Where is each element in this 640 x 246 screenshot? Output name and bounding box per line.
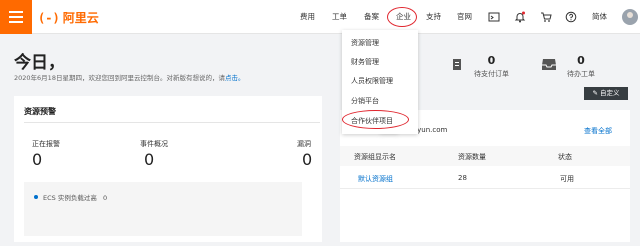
view-all-link[interactable]: 查看全部 <box>584 126 612 136</box>
table-row <box>340 188 630 189</box>
user-avatar[interactable] <box>622 9 638 25</box>
nav-support[interactable]: 支持 <box>426 0 441 34</box>
stat-pending-tickets[interactable]: 0 待办工单 <box>567 54 595 79</box>
vulnerability-label: 漏洞 <box>297 140 311 148</box>
col-group-name: 资源组显示名 <box>354 153 396 161</box>
alert-list: ECS 实例负载过高 0 <box>24 182 302 236</box>
vulnerability-count[interactable]: 0 <box>302 150 312 169</box>
nav-language[interactable]: 简体 <box>592 0 607 34</box>
nav-filing[interactable]: 备案 <box>364 0 379 34</box>
page-title: 今日， <box>14 53 65 73</box>
menu-item-finance-mgmt[interactable]: 财务管理 <box>351 57 379 67</box>
help-icon[interactable] <box>565 11 577 23</box>
customize-button[interactable]: ✎ 自定义 <box>584 87 628 100</box>
group-status: 可用 <box>560 175 574 183</box>
nav-fee[interactable]: 费用 <box>300 0 315 34</box>
terminal-icon[interactable] <box>488 11 500 23</box>
logo-mark: (-) <box>38 10 60 25</box>
card-divider <box>24 122 320 123</box>
aliyun-logo[interactable]: (-) 阿里云 <box>38 9 99 26</box>
highlight-circle-partner <box>342 110 409 129</box>
nav-ticket[interactable]: 工单 <box>332 0 347 34</box>
alert-item-count: 0 <box>103 194 108 202</box>
group-resource-count: 28 <box>458 174 467 182</box>
logo-text: 阿里云 <box>62 11 99 25</box>
pending-orders-label: 待支付订单 <box>474 70 509 78</box>
col-resource-count: 资源数量 <box>458 153 486 161</box>
menu-icon[interactable] <box>0 0 32 34</box>
group-name-link[interactable]: 默认资源组 <box>358 174 393 184</box>
welcome-subtitle-text: 2020年6月18日星期四，欢迎您回到阿里云控制台。对新版有想说的，请 <box>14 74 225 82</box>
top-nav-bar: (-) 阿里云 费用 工单 备案 企业 支持 官网 简体 <box>0 0 640 34</box>
customize-label: 自定义 <box>600 89 620 97</box>
highlight-circle-enterprise <box>387 7 417 27</box>
menu-item-distribution[interactable]: 分销平台 <box>351 96 379 106</box>
order-icon <box>453 59 461 70</box>
resource-alerts-card: 资源预警 正在报警 0 事件概况 0 漏洞 0 ECS 实例负载过高 0 <box>14 96 322 242</box>
feedback-link[interactable]: 点击。 <box>225 74 245 82</box>
pending-orders-count: 0 <box>487 54 496 67</box>
alert-dot <box>34 195 38 199</box>
menu-item-permission-mgmt[interactable]: 人员权限管理 <box>351 76 393 86</box>
welcome-subtitle: 2020年6月18日星期四，欢迎您回到阿里云控制台。对新版有想说的，请点击。 <box>14 72 244 82</box>
alerting-label: 正在报警 <box>32 140 60 148</box>
col-status: 状态 <box>558 153 572 161</box>
bell-icon[interactable] <box>514 11 526 23</box>
alert-item[interactable]: ECS 实例负载过高 0 <box>43 192 107 202</box>
alerting-count[interactable]: 0 <box>32 150 42 169</box>
pending-tickets-count: 0 <box>577 54 585 67</box>
alert-item-label: ECS 实例负载过高 <box>43 194 97 202</box>
cart-icon[interactable] <box>540 11 552 23</box>
events-count[interactable]: 0 <box>144 150 154 169</box>
stat-pending-orders[interactable]: 0 待支付订单 <box>474 54 509 79</box>
inbox-icon <box>542 59 556 70</box>
nav-website[interactable]: 官网 <box>457 0 472 34</box>
menu-item-resource-mgmt[interactable]: 资源管理 <box>351 38 379 48</box>
events-label: 事件概况 <box>140 140 168 148</box>
pending-tickets-label: 待办工单 <box>567 70 595 78</box>
resource-alerts-title: 资源预警 <box>24 107 56 116</box>
